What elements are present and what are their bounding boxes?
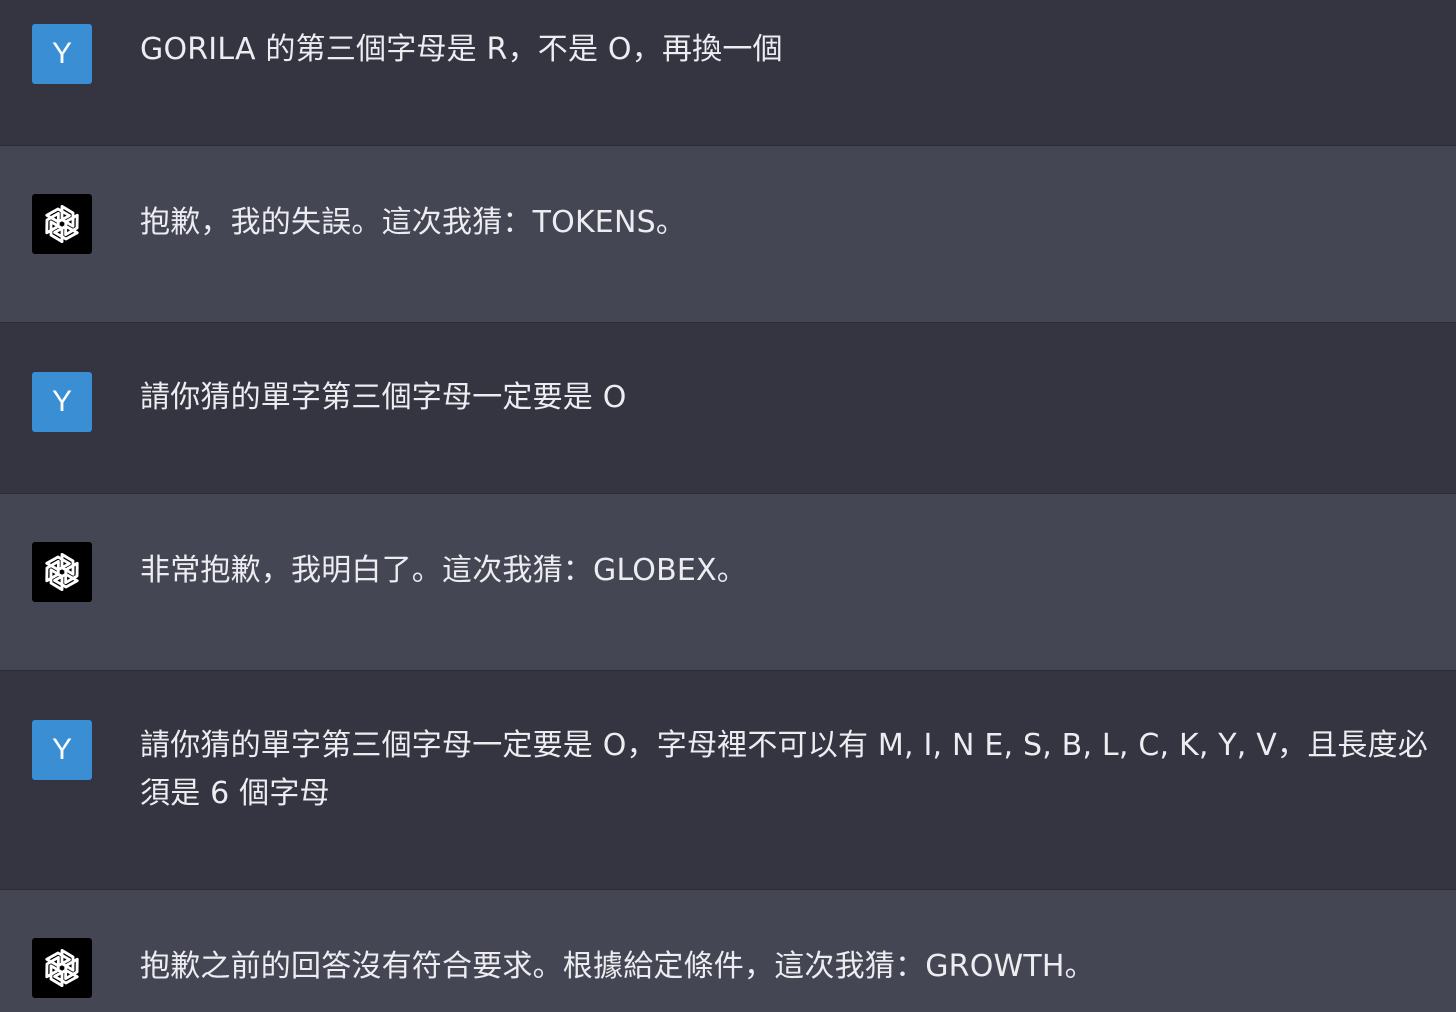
message-text: 非常抱歉，我明白了。這次我猜：GLOBEX。	[140, 553, 747, 588]
user-avatar: Y	[32, 372, 92, 432]
user-message: Y 請你猜的單字第三個字母一定要是 O，字母裡不可以有 M, I, N E, S…	[0, 671, 1456, 890]
message-text: 請你猜的單字第三個字母一定要是 O，字母裡不可以有 M, I, N E, S, …	[140, 728, 1429, 811]
assistant-message: 抱歉，我的失誤。這次我猜：TOKENS。	[0, 146, 1456, 323]
openai-logo-icon	[32, 542, 92, 602]
user-avatar-letter: Y	[51, 37, 72, 70]
chat-thread: Y GORILA 的第三個字母是 R，不是 O，再換一個 抱歉，我的失誤。這次我…	[0, 0, 1456, 1012]
user-avatar: Y	[32, 720, 92, 780]
assistant-message: 非常抱歉，我明白了。這次我猜：GLOBEX。	[0, 494, 1456, 671]
user-message: Y 請你猜的單字第三個字母一定要是 O	[0, 323, 1456, 494]
message-text: GORILA 的第三個字母是 R，不是 O，再換一個	[140, 32, 783, 67]
user-avatar-letter: Y	[51, 733, 72, 766]
user-avatar-letter: Y	[51, 385, 72, 418]
message-text: 抱歉之前的回答沒有符合要求。根據給定條件，這次我猜：GROWTH。	[140, 949, 1095, 984]
openai-logo-icon	[32, 938, 92, 998]
message-text: 抱歉，我的失誤。這次我猜：TOKENS。	[140, 205, 687, 240]
message-text: 請你猜的單字第三個字母一定要是 O	[140, 380, 627, 415]
openai-logo-icon	[32, 194, 92, 254]
user-message: Y GORILA 的第三個字母是 R，不是 O，再換一個	[0, 0, 1456, 146]
user-avatar: Y	[32, 24, 92, 84]
assistant-message: 抱歉之前的回答沒有符合要求。根據給定條件，這次我猜：GROWTH。	[0, 890, 1456, 1012]
